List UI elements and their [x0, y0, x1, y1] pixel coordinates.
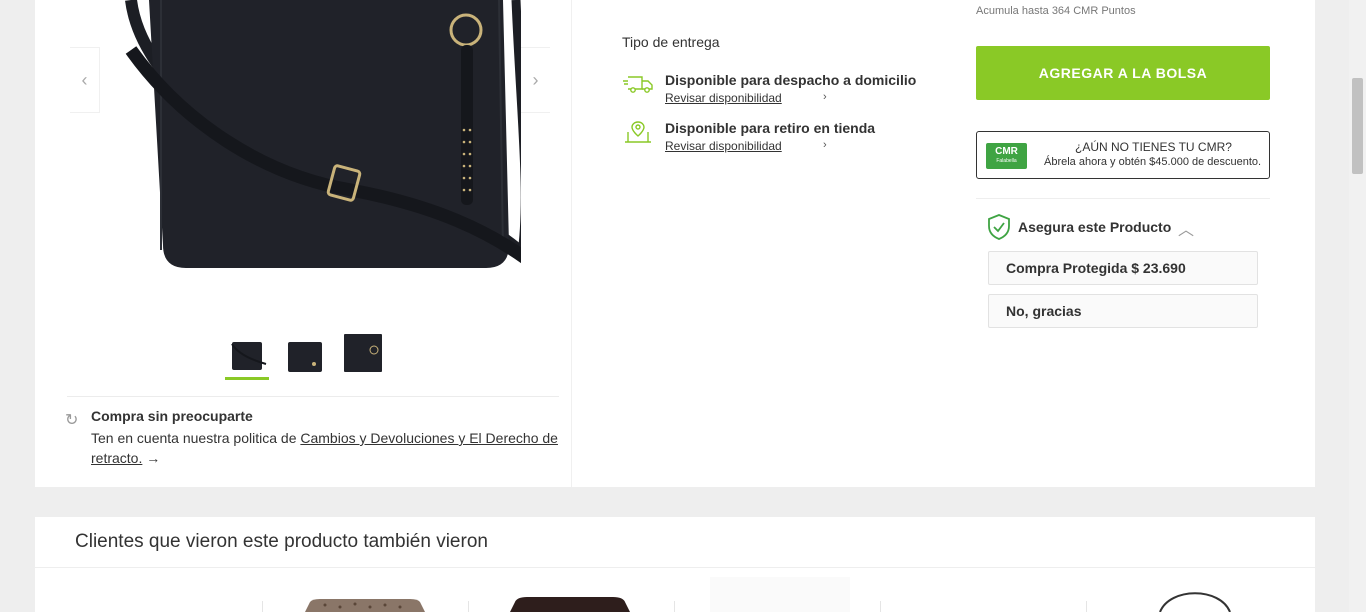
add-to-bag-button[interactable]: AGREGAR A LA BOLSA	[976, 46, 1270, 100]
chevron-right-icon: ›	[532, 69, 539, 90]
cmr-offer: Ábrela ahora y obtén $45.000 de descuent…	[1044, 156, 1262, 168]
gallery-thumbnails	[225, 334, 385, 380]
related-product-1-image[interactable]	[290, 577, 440, 612]
related-divider	[35, 567, 1315, 568]
related-product-4-image[interactable]	[1120, 577, 1270, 612]
thumbnail-2[interactable]	[283, 334, 327, 380]
chevron-right-icon: ›	[823, 139, 827, 151]
chevron-left-icon: ‹	[81, 69, 88, 90]
cmr-promo-banner[interactable]: CMR Falabella ¿AÚN NO TIENES TU CMR? Ábre…	[976, 131, 1270, 179]
related-product-3-image[interactable]	[705, 577, 855, 612]
product-separator	[880, 601, 881, 612]
page-scrollbar[interactable]	[1349, 0, 1366, 612]
worry-title: Compra sin preocuparte	[91, 408, 253, 424]
product-detail-card: ‹ › ↻ Compra sin preocuparte Ten en cuen…	[35, 0, 1315, 487]
cmr-logo: CMR Falabella	[986, 143, 1027, 169]
check-availability-home-link[interactable]: Revisar disponibilidad	[665, 91, 782, 105]
product-separator	[262, 601, 263, 612]
thumbnail-1[interactable]	[225, 334, 269, 380]
gallery-divider	[67, 396, 559, 397]
insurance-option-decline[interactable]: No, gracias	[988, 294, 1258, 328]
delivery-title: Tipo de entrega	[622, 34, 720, 50]
product-main-image[interactable]	[101, 0, 521, 300]
scrollbar-thumb[interactable]	[1352, 78, 1363, 174]
related-product-2-image[interactable]	[495, 577, 645, 612]
refresh-icon: ↻	[65, 412, 79, 429]
insurance-title: Asegura este Producto	[1018, 219, 1172, 235]
gallery-next-button[interactable]: ›	[520, 47, 550, 113]
worry-text: Ten en cuenta nuestra politica de Cambio…	[91, 430, 558, 466]
insurance-option-protected[interactable]: Compra Protegida $ 23.690	[988, 251, 1258, 285]
cmr-question: ¿AÚN NO TIENES TU CMR?	[1075, 140, 1232, 154]
thumbnail-3[interactable]	[341, 334, 385, 380]
delivery-home-label: Disponible para despacho a domicilio	[665, 72, 917, 88]
cmr-points-text: Acumula hasta 364 CMR Puntos	[976, 5, 1136, 17]
related-title: Clientes que vieron este producto tambié…	[75, 531, 488, 552]
chevron-right-icon: ›	[823, 91, 827, 103]
truck-icon	[623, 76, 653, 93]
product-separator	[468, 601, 469, 612]
delivery-home: Disponible para despacho a domicilio Rev…	[622, 72, 962, 112]
check-availability-store-link[interactable]: Revisar disponibilidad	[665, 139, 782, 153]
gallery-prev-button[interactable]: ‹	[70, 47, 100, 113]
shield-check-icon	[988, 214, 1010, 240]
purchase-divider	[976, 198, 1270, 199]
product-gallery: ‹ › ↻ Compra sin preocuparte Ten en cuen…	[35, 0, 572, 487]
chevron-up-icon[interactable]: ︿	[1178, 216, 1194, 240]
product-separator	[1086, 601, 1087, 612]
delivery-store-label: Disponible para retiro en tienda	[665, 120, 876, 136]
purchase-section: Acumula hasta 364 CMR Puntos AGREGAR A L…	[976, 0, 1276, 340]
delivery-section: Tipo de entrega Disponible para despacho…	[622, 0, 962, 300]
delivery-store: Disponible para retiro en tienda Revisar…	[622, 120, 962, 160]
store-pin-icon	[625, 121, 651, 143]
product-separator	[674, 601, 675, 612]
arrow-right-icon: →	[146, 450, 161, 466]
related-products-section: Clientes que vieron este producto tambié…	[35, 517, 1315, 612]
